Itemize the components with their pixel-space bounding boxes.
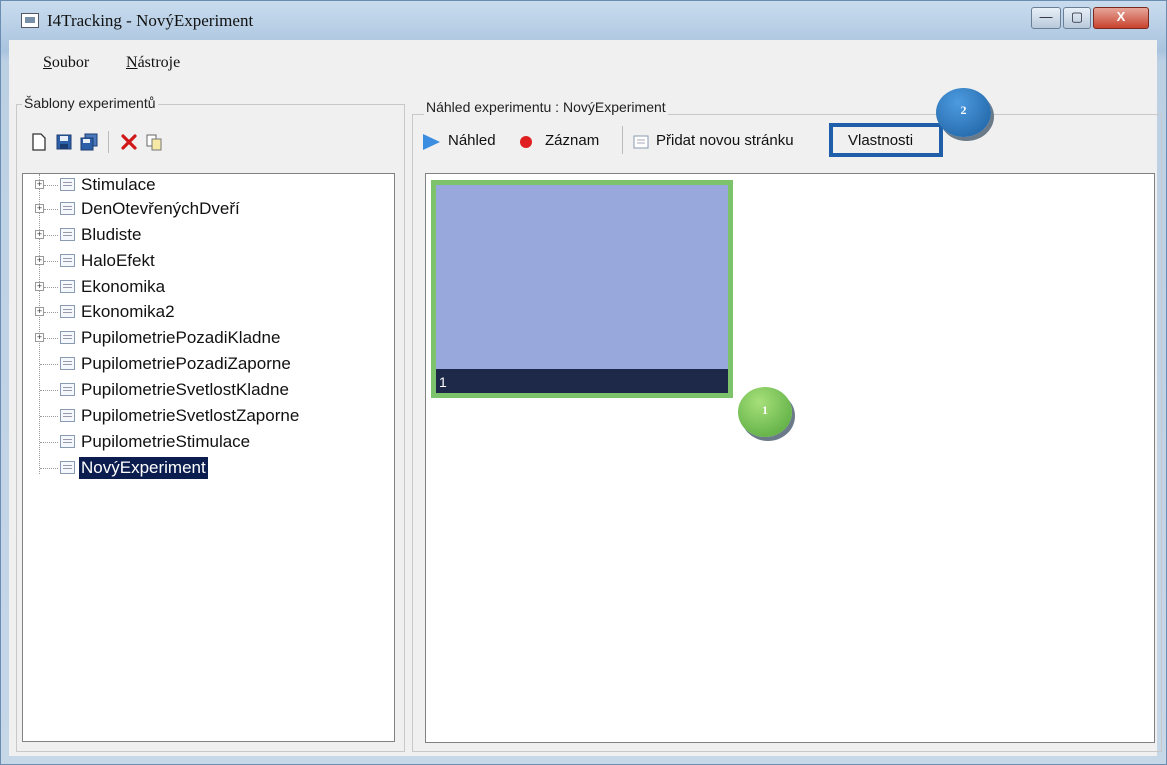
tree-item-label: Ekonomika2 <box>81 302 175 321</box>
tree-item-label: NovýExperiment <box>79 457 208 479</box>
expand-icon[interactable]: + <box>35 256 44 265</box>
tree-connector <box>44 235 58 236</box>
title-bar[interactable]: I4Tracking - NovýExperiment — ▢ X <box>1 1 1166 41</box>
template-icon <box>60 357 75 370</box>
expand-icon[interactable]: + <box>35 230 44 239</box>
menu-soubor-accel: S <box>43 54 52 71</box>
expand-icon[interactable]: + <box>35 333 44 342</box>
templates-title: Šablony experimentů <box>22 95 158 111</box>
tree-connector <box>44 261 58 262</box>
play-icon <box>423 134 440 150</box>
template-icon <box>60 178 75 191</box>
tree-connector <box>40 416 58 417</box>
page-number: 1 <box>439 374 447 390</box>
maximize-button[interactable]: ▢ <box>1063 7 1091 29</box>
expand-icon[interactable]: + <box>35 204 44 213</box>
tree-item[interactable]: + Bludiste <box>23 224 383 248</box>
tree-item[interactable]: PupilometriePozadiZaporne <box>23 353 383 377</box>
tree-item[interactable]: PupilometrieStimulace <box>23 431 383 455</box>
tree-connector <box>44 185 58 186</box>
close-button[interactable]: X <box>1093 7 1149 29</box>
toolbar-separator <box>108 131 109 153</box>
tree-item[interactable]: PupilometrieSvetlostKladne <box>23 379 383 403</box>
tree-item[interactable]: + DenOtevřenýchDveří <box>23 198 383 222</box>
tree-item-label: Ekonomika <box>81 277 166 296</box>
template-icon <box>60 280 75 293</box>
callout-badge-2: 2 <box>936 88 991 137</box>
tree-item[interactable]: + PupilometriePozadiKladne <box>23 327 383 351</box>
tree-connector <box>40 468 58 469</box>
add-page-label: Přidat novou stránku <box>656 132 794 149</box>
add-page-button[interactable]: Přidat novou stránku <box>632 132 832 152</box>
delete-icon[interactable] <box>120 133 138 151</box>
tree-item[interactable]: + Ekonomika <box>23 276 383 300</box>
template-icon <box>60 254 75 267</box>
template-icon <box>60 331 75 344</box>
tree-item-label: PupilometriePozadiZaporne <box>81 354 291 373</box>
template-icon <box>60 435 75 448</box>
template-icon <box>60 202 75 215</box>
tree-connector <box>44 338 58 339</box>
tree-item[interactable]: + Stimulace <box>23 174 383 198</box>
tree-item[interactable]: PupilometrieSvetlostZaporne <box>23 405 383 429</box>
menu-nastroje-rest: ástroje <box>137 54 181 71</box>
template-icon <box>60 461 75 474</box>
tree-connector <box>40 390 58 391</box>
tree-item[interactable]: + HaloEfekt <box>23 250 383 274</box>
record-icon <box>520 136 532 148</box>
tree-item-label: PupilometriePozadiKladne <box>81 328 281 347</box>
record-label: Záznam <box>545 132 600 149</box>
tree-connector <box>44 312 58 313</box>
tree-connector <box>40 364 58 365</box>
callout-badge-1: 1 <box>738 387 792 437</box>
expand-icon[interactable]: + <box>35 180 44 189</box>
menu-nastroje[interactable]: Nástroje <box>126 54 180 72</box>
menu-nastroje-accel: N <box>126 54 138 71</box>
new-icon[interactable] <box>30 133 48 151</box>
page-thumbnail[interactable]: 1 <box>431 180 733 398</box>
app-icon <box>21 13 39 28</box>
experiment-tree[interactable]: + Stimulace + DenOtevřenýchDveří + Bludi… <box>22 173 395 742</box>
record-button[interactable]: Záznam <box>519 132 609 152</box>
preview-label: Náhled <box>448 132 496 149</box>
tree-item-label: Bludiste <box>81 225 142 244</box>
preview-title: Náhled experimentu : NovýExperiment <box>424 99 668 115</box>
tree-item-label: HaloEfekt <box>81 251 155 270</box>
template-icon <box>60 228 75 241</box>
template-icon <box>60 383 75 396</box>
menu-soubor-rest: oubor <box>51 54 90 71</box>
tree-item-label: Stimulace <box>81 175 156 194</box>
tree-item[interactable]: + Ekonomika2 <box>23 301 383 325</box>
tree-connector <box>40 442 58 443</box>
expand-icon[interactable]: + <box>35 282 44 291</box>
save-icon[interactable] <box>55 133 73 151</box>
menu-soubor[interactable]: Soubor <box>43 54 89 72</box>
tree-item-label: DenOtevřenýchDveří <box>81 199 240 218</box>
tree-item-label: PupilometrieSvetlostKladne <box>81 380 289 399</box>
page-number-bar: 1 <box>436 369 728 393</box>
tree-item-selected[interactable]: NovýExperiment <box>23 457 383 481</box>
expand-icon[interactable]: + <box>35 307 44 316</box>
template-icon <box>60 409 75 422</box>
template-icon <box>60 305 75 318</box>
add-page-icon <box>633 135 649 149</box>
save-all-icon[interactable] <box>80 133 98 151</box>
copy-icon[interactable] <box>145 133 163 151</box>
toolbar-separator <box>622 126 623 154</box>
tree-connector <box>44 287 58 288</box>
tree-item-label: PupilometrieSvetlostZaporne <box>81 406 300 425</box>
callout-highlight-box <box>829 123 943 157</box>
tree-item-label: PupilometrieStimulace <box>81 432 251 451</box>
window-title: I4Tracking - NovýExperiment <box>47 11 254 30</box>
tree-connector <box>44 209 58 210</box>
minimize-button[interactable]: — <box>1031 7 1061 29</box>
